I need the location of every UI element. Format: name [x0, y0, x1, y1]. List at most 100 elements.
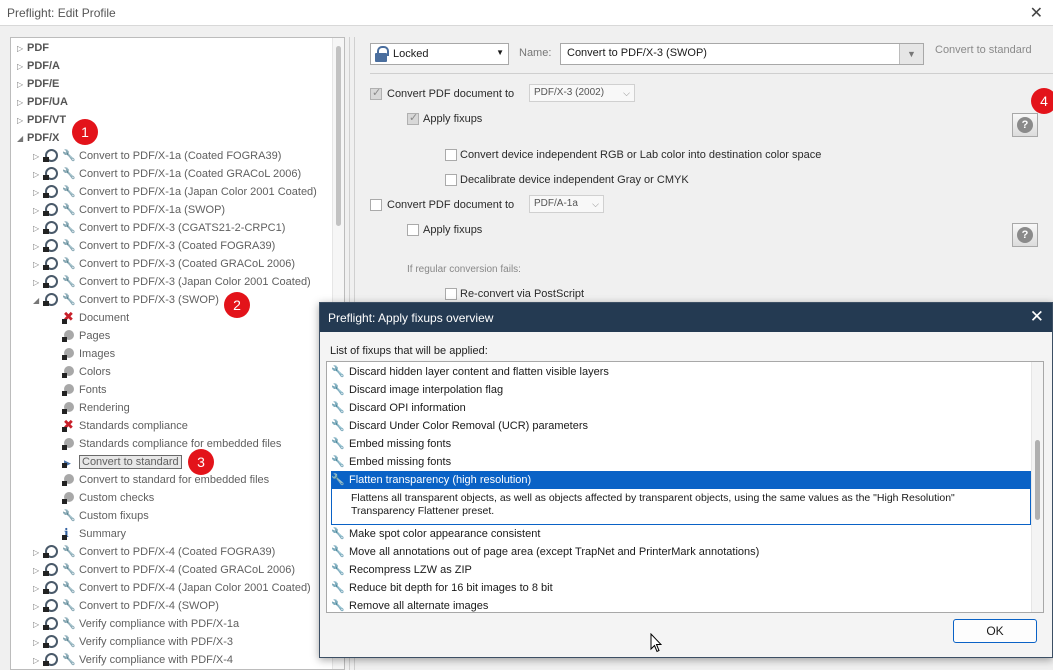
collapsed-arrow-icon[interactable]: ▷: [33, 166, 43, 184]
tree-section-item[interactable]: Rendering: [61, 399, 130, 417]
tree-profile-item[interactable]: ▷ Verify compliance with PDF/X-4: [33, 651, 233, 669]
if-fails-label: If regular conversion fails:: [407, 264, 521, 275]
tree-section-item[interactable]: Pages: [61, 327, 110, 345]
convert-pdf2-select[interactable]: PDF/A-1a ⌵: [529, 195, 604, 213]
collapsed-arrow-icon[interactable]: ▷: [33, 598, 43, 616]
help-button[interactable]: ?: [1012, 113, 1038, 137]
tree-profile-item[interactable]: ▷ Convert to PDF/X-1a (Coated GRACoL 2006…: [33, 165, 301, 183]
tree-profile-item[interactable]: ▷ Convert to PDF/X-1a (Coated FOGRA39): [33, 147, 281, 165]
help-button-2[interactable]: ?: [1012, 223, 1038, 247]
collapsed-arrow-icon[interactable]: ▷: [33, 220, 43, 238]
tree-section-item[interactable]: Custom checks: [61, 489, 154, 507]
tree-profile-item[interactable]: ▷ Convert to PDF/X-4 (Coated FOGRA39): [33, 543, 275, 561]
tree-profile-item[interactable]: ▷ Convert to PDF/X-1a (SWOP): [33, 201, 225, 219]
fixups-list-scroll-thumb[interactable]: [1035, 440, 1040, 520]
wrench-icon: 🔧: [331, 438, 345, 450]
tree-section-item[interactable]: Images: [61, 345, 115, 363]
tree-section-item[interactable]: Custom fixups: [61, 507, 149, 525]
fixup-list-item[interactable]: 🔧 Reduce bit depth for 16 bit images to 8…: [331, 579, 553, 597]
collapsed-arrow-icon[interactable]: ▷: [33, 274, 43, 292]
tree-section-item[interactable]: Document: [61, 308, 129, 327]
tree-section-label: Standards compliance for embedded files: [79, 438, 282, 450]
tree-item-pdf-ua[interactable]: ▷ PDF/UA: [17, 93, 68, 111]
tree-profile-item[interactable]: ▷ Convert to PDF/X-1a (Japan Color 2001 C…: [33, 183, 317, 201]
expanded-arrow-icon[interactable]: ◢: [33, 292, 43, 310]
convert-pdf-checkbox[interactable]: [370, 86, 382, 100]
tree-profile-item[interactable]: ▷ Convert to PDF/X-4 (Coated GRACoL 2006): [33, 561, 295, 579]
tree-section-item[interactable]: Colors: [61, 363, 111, 381]
fixup-list-item[interactable]: 🔧 Discard OPI information: [331, 399, 466, 417]
wrench-icon: [61, 562, 77, 576]
collapsed-arrow-icon[interactable]: ▷: [33, 256, 43, 274]
name-dropdown-icon[interactable]: ▼: [899, 44, 923, 64]
fixups-list-scrollbar[interactable]: [1031, 362, 1043, 612]
reconvert-checkbox[interactable]: [445, 288, 457, 300]
fixup-list-item[interactable]: 🔧 Move all annotations out of page area (…: [331, 543, 759, 561]
collapsed-arrow-icon[interactable]: ▷: [33, 580, 43, 598]
tree-item-pdf-e[interactable]: ▷ PDF/E: [17, 75, 59, 93]
convert-pdf2-select-value: PDF/A-1a: [534, 198, 578, 209]
apply-fixups2-checkbox[interactable]: [407, 224, 419, 236]
collapsed-arrow-icon[interactable]: ▷: [33, 544, 43, 562]
collapsed-arrow-icon[interactable]: ▷: [33, 184, 43, 202]
fixup-list-item[interactable]: 🔧 Discard Under Color Removal (UCR) param…: [331, 417, 588, 435]
fixup-list-item[interactable]: 🔧 Discard hidden layer content and flatte…: [331, 363, 609, 381]
convert-pdf-select[interactable]: PDF/X-3 (2002) ⌵: [529, 84, 635, 102]
tree-profile-item[interactable]: ▷ Verify compliance with PDF/X-3: [33, 633, 233, 651]
collapsed-arrow-icon[interactable]: ▷: [17, 40, 27, 58]
tree-profile-item[interactable]: ▷ Convert to PDF/X-3 (Japan Color 2001 Co…: [33, 273, 311, 291]
collapsed-arrow-icon[interactable]: ▷: [33, 562, 43, 580]
tree-section-item[interactable]: Standards compliance for embedded files: [61, 435, 281, 453]
tree-section-item[interactable]: Fonts: [61, 381, 107, 399]
tree-profile-item[interactable]: ▷ Convert to PDF/X-3 (Coated GRACoL 2006): [33, 255, 295, 273]
tree-profile-item[interactable]: ▷ Convert to PDF/X-4 (SWOP): [33, 597, 219, 615]
expanded-arrow-icon[interactable]: ◢: [17, 130, 27, 148]
collapsed-arrow-icon[interactable]: ▷: [33, 238, 43, 256]
fixup-list-item[interactable]: 🔧 Flatten transparency (high resolution): [331, 471, 1031, 489]
tree-section-item[interactable]: Standards compliance: [61, 416, 188, 435]
tree-profile-item[interactable]: ▷ Convert to PDF/X-3 (Coated FOGRA39): [33, 237, 275, 255]
collapsed-arrow-icon[interactable]: ▷: [17, 76, 27, 94]
ok-button[interactable]: OK: [953, 619, 1037, 643]
fixups-list-label: List of fixups that will be applied:: [330, 345, 488, 357]
window-close-icon[interactable]: ✕: [1030, 3, 1043, 23]
collapsed-arrow-icon[interactable]: ▷: [33, 202, 43, 220]
convert-rgb-checkbox[interactable]: [445, 149, 457, 161]
collapsed-arrow-icon[interactable]: ▷: [33, 652, 43, 669]
lock-select[interactable]: Locked ▼: [370, 43, 509, 65]
collapsed-arrow-icon[interactable]: ▷: [17, 58, 27, 76]
tree-item-pdf-vt[interactable]: ▷ PDF/VT: [17, 111, 66, 129]
tree-item-pdf-x[interactable]: ◢ PDF/X: [17, 129, 59, 147]
tree-item-pdf-a[interactable]: ▷ PDF/A: [17, 57, 60, 75]
fixup-list-item[interactable]: 🔧 Embed missing fonts: [331, 435, 451, 453]
convert-pdf2-checkbox[interactable]: [370, 199, 382, 211]
tree-section-item[interactable]: Convert to standard: [61, 453, 182, 472]
fixups-list[interactable]: 🔧 Discard hidden layer content and flatte…: [326, 361, 1044, 613]
dialog-close-icon[interactable]: ✕: [1030, 307, 1044, 327]
wrench-icon: [61, 292, 77, 306]
gray-dot-icon: [61, 382, 77, 396]
tree-scroll-thumb[interactable]: [336, 46, 341, 226]
fixup-list-item[interactable]: 🔧 Embed missing fonts: [331, 453, 451, 471]
tree-profile-item[interactable]: ▷ Convert to PDF/X-4 (Japan Color 2001 Co…: [33, 579, 311, 597]
tree-profile-item[interactable]: ◢ Convert to PDF/X-3 (SWOP): [33, 291, 219, 309]
fixup-list-item[interactable]: 🔧 Make spot color appearance consistent: [331, 525, 540, 543]
tree-section-item[interactable]: Summary: [61, 524, 126, 543]
decalibrate-checkbox[interactable]: [445, 174, 457, 186]
preflight-profile-icon: [43, 562, 59, 576]
fixup-list-item[interactable]: 🔧 Recompress LZW as ZIP: [331, 561, 472, 579]
collapsed-arrow-icon[interactable]: ▷: [33, 148, 43, 166]
tree-profile-item[interactable]: ▷ Convert to PDF/X-3 (CGATS21-2-CRPC1): [33, 219, 285, 237]
tree-item-pdf[interactable]: ▷ PDF: [17, 39, 49, 57]
name-field[interactable]: Convert to PDF/X-3 (SWOP) ▼: [560, 43, 924, 65]
fixup-list-item[interactable]: 🔧 Discard image interpolation flag: [331, 381, 503, 399]
fixup-list-item[interactable]: 🔧 Remove all alternate images: [331, 597, 488, 612]
tree-section-item[interactable]: Convert to standard for embedded files: [61, 471, 269, 489]
tree-profile-item[interactable]: ▷ Verify compliance with PDF/X-1a: [33, 615, 239, 633]
collapsed-arrow-icon[interactable]: ▷: [17, 94, 27, 112]
collapsed-arrow-icon[interactable]: ▷: [33, 616, 43, 634]
apply-fixups-checkbox[interactable]: [407, 111, 419, 125]
collapsed-arrow-icon[interactable]: ▷: [33, 634, 43, 652]
collapsed-arrow-icon[interactable]: ▷: [17, 112, 27, 130]
wrench-icon: [61, 184, 77, 198]
